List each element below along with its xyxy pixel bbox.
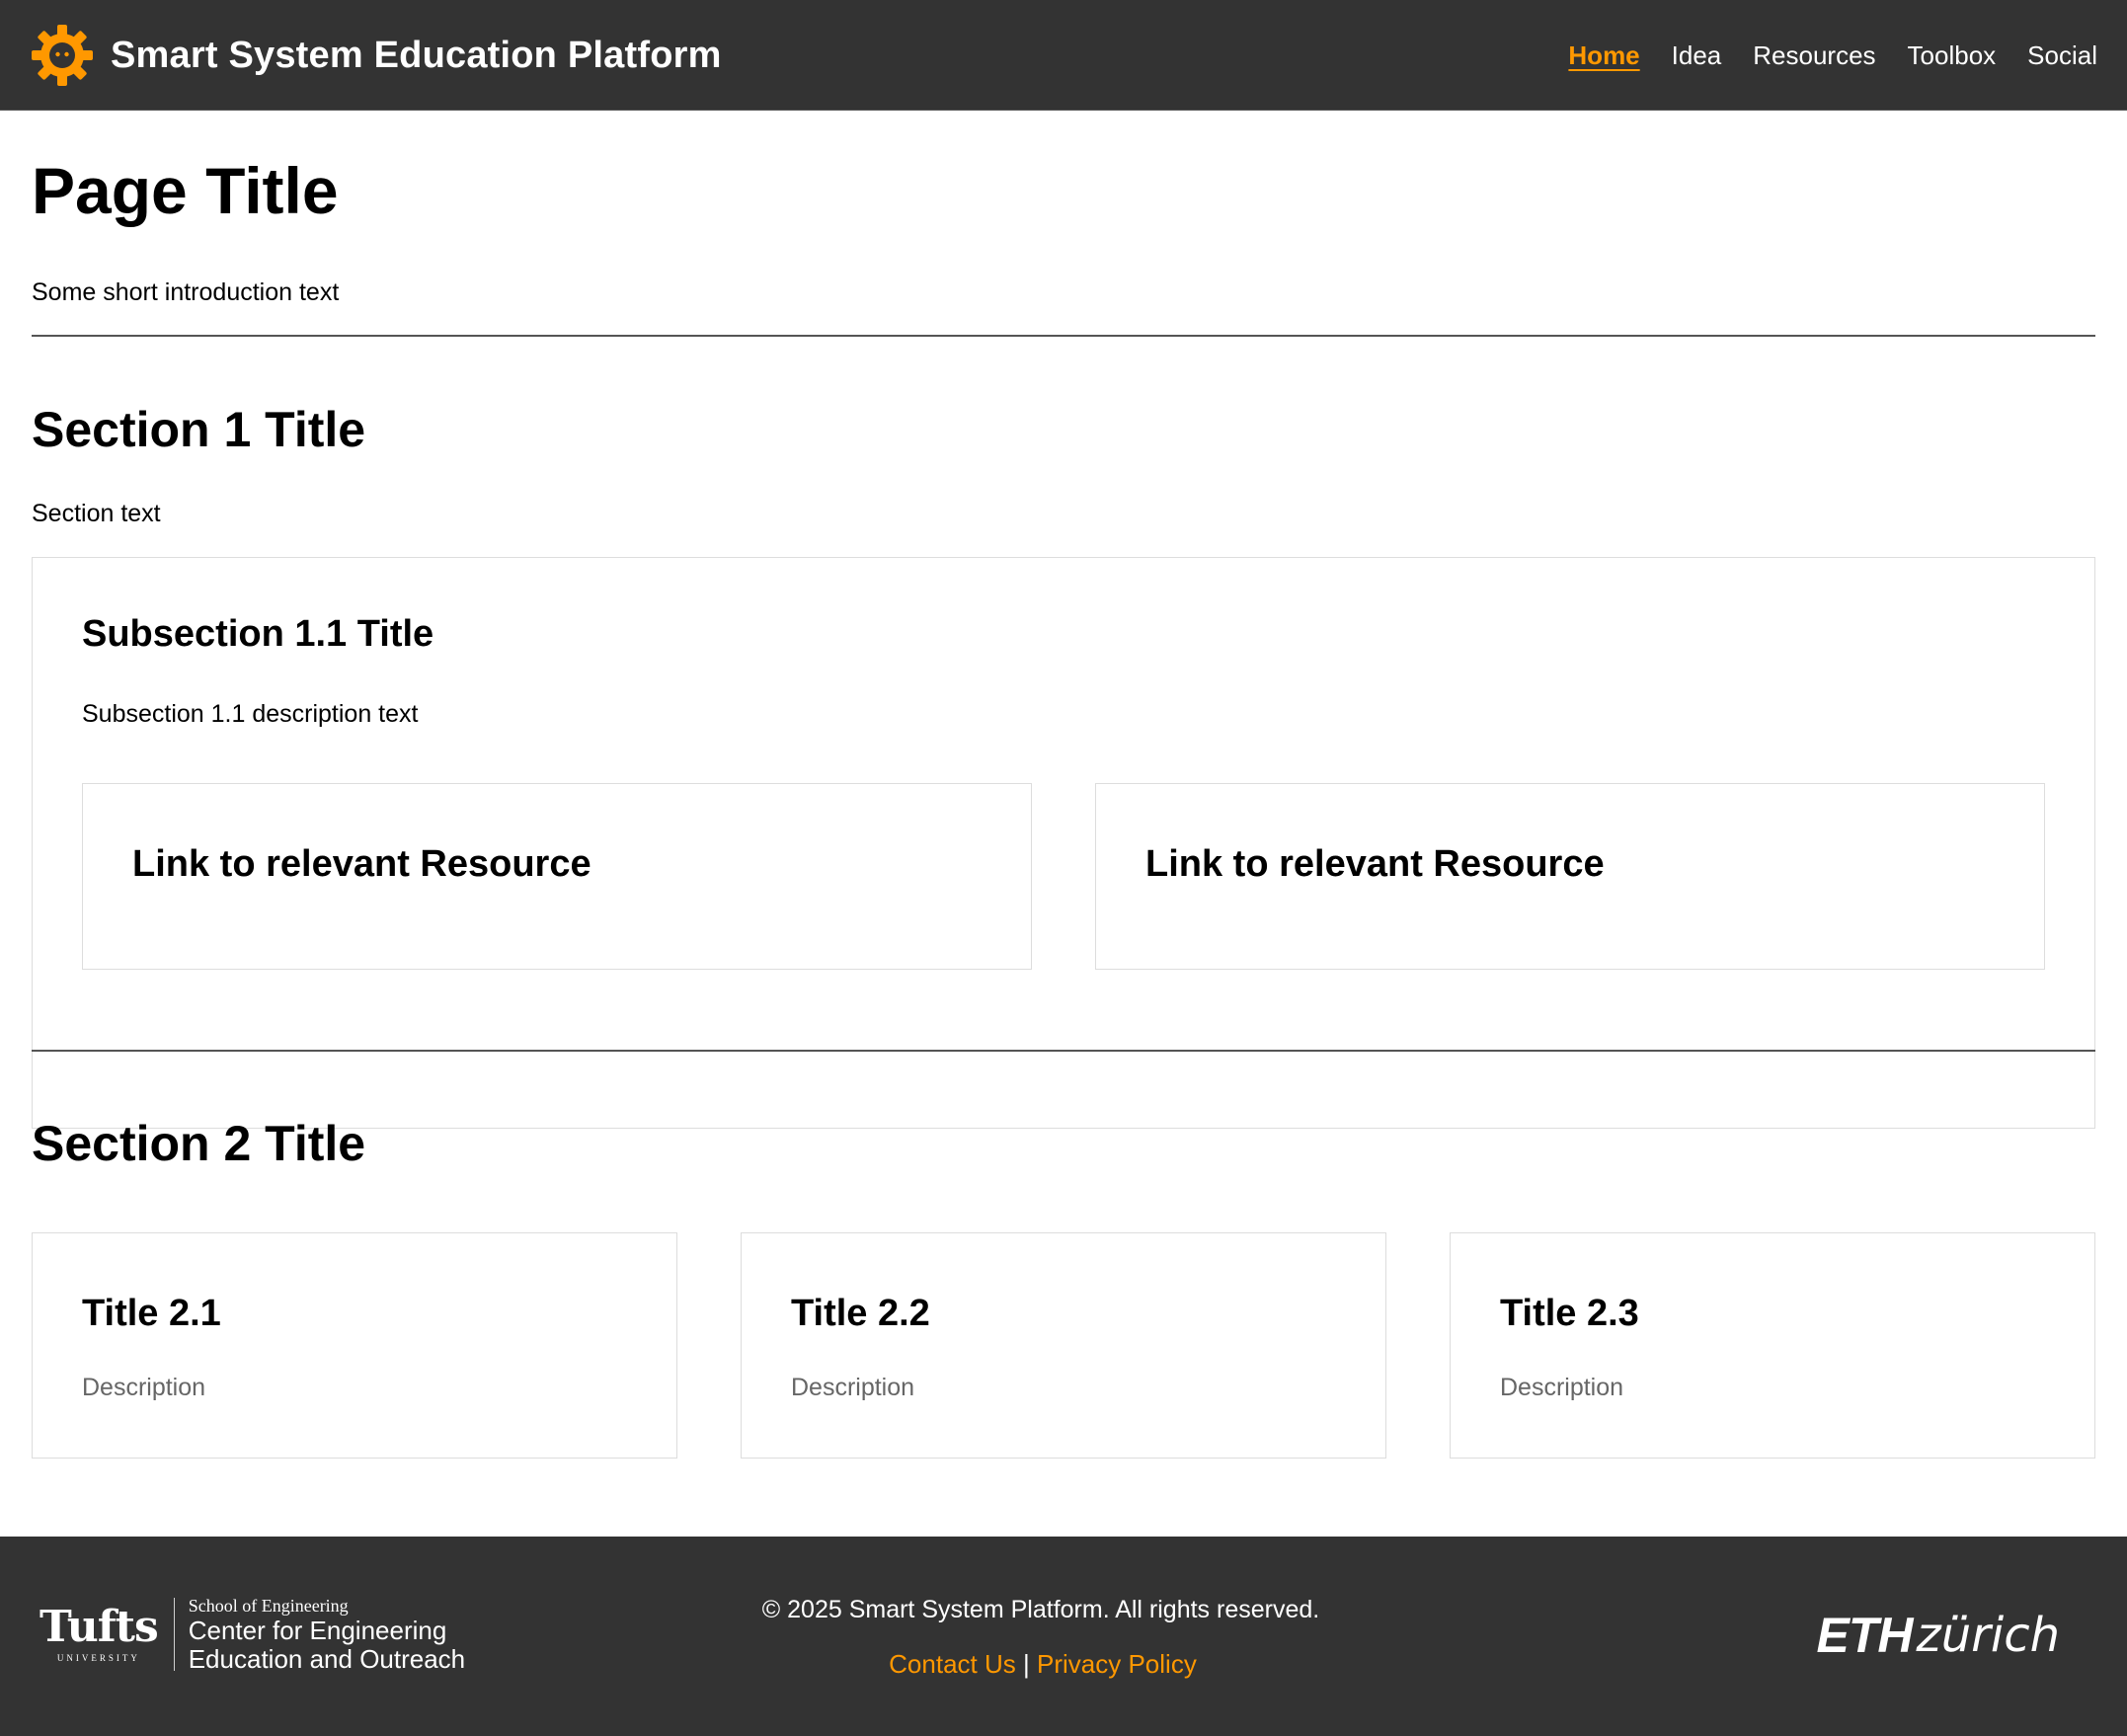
site-title: Smart System Education Platform (111, 34, 722, 76)
card-title: Title 2.3 (1500, 1293, 1639, 1334)
link-separator: | (1023, 1649, 1030, 1679)
resource-link[interactable]: Link to relevant Resource (132, 843, 591, 886)
gear-robot-icon (32, 25, 93, 86)
section-1-text: Section text (32, 500, 161, 527)
card-description: Description (1500, 1374, 1624, 1401)
copyright-text: © 2025 Smart System Platform. All rights… (761, 1596, 1320, 1623)
resource-card[interactable]: Link to relevant Resource (1095, 783, 2045, 970)
subsection-description: Subsection 1.1 description text (82, 700, 419, 728)
footer-links: Contact Us | Privacy Policy (0, 1649, 2127, 1680)
nav-toolbox[interactable]: Toolbox (1908, 40, 1997, 71)
card-title: Title 2.1 (82, 1293, 221, 1334)
copyright: © 2025 Smart System Platform. All rights… (0, 1596, 2127, 1624)
nav-social[interactable]: Social (2027, 40, 2097, 71)
footer-links-row: Contact Us | Privacy Policy (889, 1649, 1197, 1679)
card-title: Title 2.2 (791, 1293, 930, 1334)
eth-logo-light: zürich (1916, 1608, 2061, 1663)
nav-home[interactable]: Home (1568, 40, 1639, 71)
main-nav: Home Idea Resources Toolbox Social (1568, 0, 2097, 111)
brand[interactable]: Smart System Education Platform (30, 22, 722, 89)
top-navbar: Smart System Education Platform Home Ide… (0, 0, 2127, 111)
intro-text: Some short introduction text (32, 278, 340, 306)
subsection-1-1: Subsection 1.1 Title Subsection 1.1 desc… (32, 557, 2095, 1129)
resource-card[interactable]: Link to relevant Resource (82, 783, 1032, 970)
subsection-title: Subsection 1.1 Title (82, 613, 434, 655)
card-2-3[interactable]: Title 2.3 Description (1450, 1232, 2095, 1459)
divider (32, 1050, 2095, 1052)
page-title: Page Title (32, 154, 339, 227)
card-2-2[interactable]: Title 2.2 Description (741, 1232, 1386, 1459)
section-1-title: Section 1 Title (32, 402, 366, 457)
divider (32, 335, 2095, 337)
resource-link[interactable]: Link to relevant Resource (1145, 843, 1605, 886)
card-description: Description (791, 1374, 915, 1401)
nav-resources[interactable]: Resources (1753, 40, 1875, 71)
eth-logo-bold: ETH (1816, 1608, 1914, 1663)
contact-link[interactable]: Contact Us (889, 1649, 1016, 1679)
nav-idea[interactable]: Idea (1672, 40, 1722, 71)
section-2-cards: Title 2.1 Description Title 2.2 Descript… (32, 1232, 2095, 1460)
privacy-link[interactable]: Privacy Policy (1037, 1649, 1197, 1679)
section-2-title: Section 2 Title (32, 1116, 366, 1171)
eth-zurich-logo[interactable]: ETH zürich (1816, 1608, 2061, 1663)
footer: Tufts UNIVERSITY School of Engineering C… (0, 1537, 2127, 1736)
card-description: Description (82, 1374, 206, 1401)
card-2-1[interactable]: Title 2.1 Description (32, 1232, 677, 1459)
